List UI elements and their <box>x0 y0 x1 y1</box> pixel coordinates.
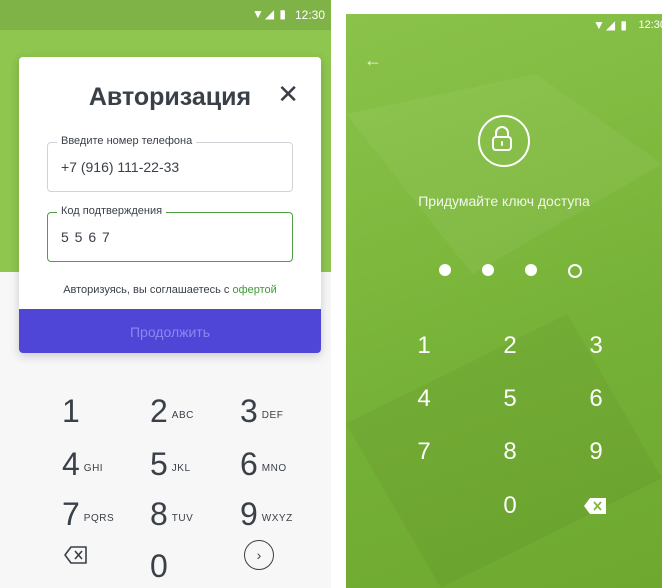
key-8-letters: TUV <box>171 513 194 524</box>
status-time: 12:30 <box>638 19 662 31</box>
key-3-digit: 3 <box>240 393 258 429</box>
pin-key-6[interactable]: 6 <box>576 385 616 413</box>
phone-field-label: Введите номер телефона <box>57 135 197 147</box>
pin-backspace-key[interactable] <box>584 498 606 519</box>
terms-notice: Авторизуясь, вы соглашаетесь с офертой <box>19 284 321 296</box>
key-7[interactable]: 7 PQRS <box>62 498 114 530</box>
close-icon[interactable]: ✕ <box>277 81 299 107</box>
key-0-digit: 0 <box>150 548 168 584</box>
status-icons: ▼◢ ▮ <box>251 7 287 21</box>
continue-button[interactable]: Продолжить <box>19 309 321 353</box>
key-1[interactable]: 1 <box>62 395 80 427</box>
key-4-letters: GHI <box>83 463 104 474</box>
code-field-label: Код подтверждения <box>57 205 167 217</box>
pin-key-0[interactable]: 0 <box>490 492 530 520</box>
go-button[interactable]: › <box>244 540 274 570</box>
pin-key-5[interactable]: 5 <box>490 385 530 413</box>
pin-prompt: Придумайте ключ доступа <box>418 193 590 209</box>
key-2[interactable]: 2 ABC <box>150 395 194 427</box>
key-9[interactable]: 9 WXYZ <box>240 498 293 530</box>
background-facet <box>346 74 662 274</box>
pin-setup-screen: ▼◢ ▮ 12:30 ← Придумайте ключ доступа 1 2… <box>346 14 662 588</box>
key-3[interactable]: 3 DEF <box>240 395 283 427</box>
key-7-digit: 7 <box>62 496 80 532</box>
key-0[interactable]: 0 <box>150 550 168 582</box>
offer-link[interactable]: офертой <box>232 284 276 296</box>
key-9-letters: WXYZ <box>261 513 293 524</box>
key-8-digit: 8 <box>150 496 168 532</box>
phone-field-value[interactable]: +7 (916) 111-22-33 <box>61 159 179 175</box>
key-5-digit: 5 <box>150 446 168 482</box>
backspace-key[interactable] <box>64 546 88 569</box>
backspace-icon <box>584 498 606 514</box>
code-field-value[interactable]: 5 5 6 7 <box>61 229 111 245</box>
chevron-right-icon: › <box>256 547 262 563</box>
code-field[interactable]: Код подтверждения 5 5 6 7 <box>47 205 293 262</box>
key-6[interactable]: 6 MNO <box>240 448 287 480</box>
pin-key-2[interactable]: 2 <box>490 332 530 360</box>
key-4-digit: 4 <box>62 446 80 482</box>
pin-key-3[interactable]: 3 <box>576 332 616 360</box>
key-4[interactable]: 4 GHI <box>62 448 103 480</box>
pin-key-8[interactable]: 8 <box>490 438 530 466</box>
pin-dot-filled <box>482 264 494 276</box>
status-time: 12:30 <box>294 8 325 22</box>
auth-screen: ▼◢ ▮ 12:30 Авторизация ✕ Введите номер т… <box>0 0 331 588</box>
key-6-digit: 6 <box>240 446 258 482</box>
status-icons: ▼◢ ▮ <box>592 18 628 32</box>
pin-key-7[interactable]: 7 <box>404 438 444 466</box>
back-arrow-icon[interactable]: ← <box>364 50 382 71</box>
phone-field[interactable]: Введите номер телефона +7 (916) 111-22-3… <box>47 135 293 192</box>
lock-icon <box>478 115 530 167</box>
key-3-letters: DEF <box>261 410 284 421</box>
key-2-letters: ABC <box>171 410 194 421</box>
key-5[interactable]: 5 JKL <box>150 448 191 480</box>
pin-key-1[interactable]: 1 <box>404 332 444 360</box>
pin-dot-empty <box>568 264 582 278</box>
backspace-icon <box>64 546 87 564</box>
key-2-digit: 2 <box>150 393 168 429</box>
pin-dot-filled <box>439 264 451 276</box>
key-5-letters: JKL <box>171 463 191 474</box>
key-6-letters: MNO <box>261 463 287 474</box>
key-9-digit: 9 <box>240 496 258 532</box>
pin-key-9[interactable]: 9 <box>576 438 616 466</box>
pin-dot-filled <box>525 264 537 276</box>
terms-text: Авторизуясь, вы соглашаетесь с <box>63 284 230 296</box>
key-8[interactable]: 8 TUV <box>150 498 193 530</box>
key-1-digit: 1 <box>62 393 80 429</box>
key-7-letters: PQRS <box>83 513 115 524</box>
auth-dialog: Авторизация ✕ Введите номер телефона +7 … <box>19 57 321 353</box>
pin-key-4[interactable]: 4 <box>404 385 444 413</box>
status-bar: ▼◢ ▮ 12:30 <box>0 0 331 30</box>
dialog-title: Авторизация <box>88 83 252 111</box>
